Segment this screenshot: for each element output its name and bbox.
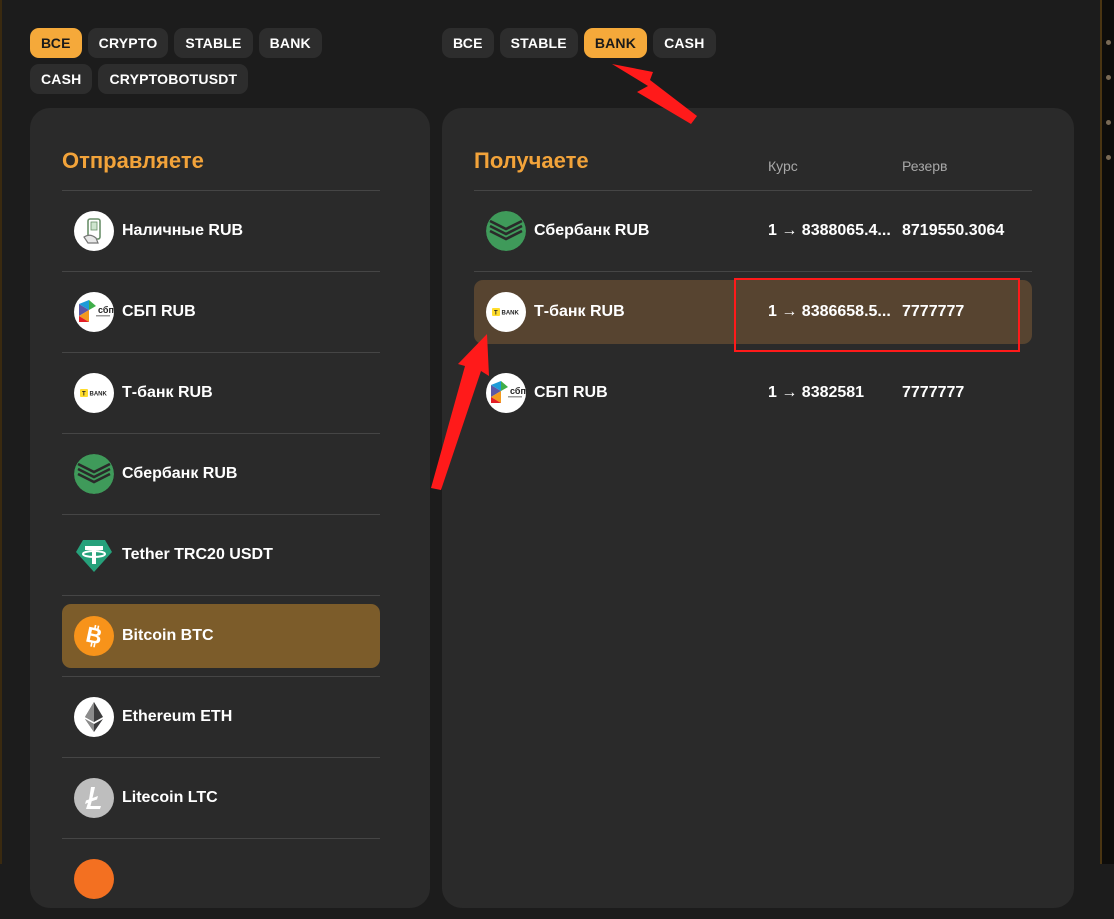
send-item-tether-usdt[interactable]: Tether TRC20 USDT: [62, 514, 380, 595]
exchange-rate: 1 → 8388065.4...: [768, 222, 891, 239]
svg-text:T: T: [82, 392, 86, 398]
cash-hand-icon: [74, 211, 114, 251]
send-item-label: Bitcoin BTC: [122, 627, 214, 644]
send-filter-stable[interactable]: STABLE: [174, 28, 253, 58]
send-item-label: Ethereum ETH: [122, 708, 233, 725]
exchange-rate: 1 → 8382581: [768, 384, 865, 401]
receive-item-label: Т-банк RUB: [534, 303, 625, 320]
svg-text:T: T: [494, 311, 498, 317]
currency-icon: [74, 859, 114, 899]
tether-icon: [74, 535, 114, 575]
send-item-tbank-rub[interactable]: T BANK Т-банк RUB: [62, 352, 380, 433]
receive-filter-chips: ВСЕ STABLE BANK CASH: [442, 28, 742, 58]
receive-panel-title: Получаете: [474, 148, 589, 173]
scroll-dot: [1106, 40, 1111, 45]
rate-column-header: Курс: [768, 158, 798, 174]
send-item-cash-rub[interactable]: Наличные RUB: [62, 190, 380, 271]
send-item-label: СБП RUB: [122, 303, 196, 320]
receive-item-label: СБП RUB: [534, 384, 608, 401]
sbp-icon: сбп: [486, 373, 526, 413]
tbank-icon: T BANK: [486, 292, 526, 332]
receive-item-label: Сбербанк RUB: [534, 222, 650, 239]
send-item-bitcoin-btc[interactable]: B Bitcoin BTC: [62, 595, 380, 676]
frame-edge-left: [0, 0, 2, 864]
svg-text:BANK: BANK: [90, 392, 108, 398]
send-item-sberbank-rub[interactable]: Сбербанк RUB: [62, 433, 380, 514]
receive-item-sberbank-rub[interactable]: Сбербанк RUB 1 → 8388065.4... 8719550.30…: [474, 190, 1032, 271]
bitcoin-icon: B: [74, 616, 114, 656]
scroll-dot: [1106, 155, 1111, 160]
send-filter-crypto[interactable]: CRYPTO: [87, 28, 169, 58]
reserve-amount: 7777777: [902, 384, 965, 401]
send-item-ethereum-eth[interactable]: Ethereum ETH: [62, 676, 380, 757]
send-item-label: Tether TRC20 USDT: [122, 546, 273, 563]
send-item-litecoin-ltc[interactable]: Litecoin LTC: [62, 757, 380, 838]
send-filter-bank[interactable]: BANK: [258, 28, 322, 58]
scrollbar-track[interactable]: [1102, 0, 1114, 864]
tbank-icon: T BANK: [74, 373, 114, 413]
send-panel-title: Отправляете: [62, 148, 204, 173]
send-item-label: Litecoin LTC: [122, 789, 218, 806]
send-panel: Отправляете Наличные RUB сбп СБП RUB T B…: [30, 108, 430, 908]
sbp-icon: сбп: [74, 292, 114, 332]
reserve-column-header: Резерв: [902, 158, 948, 174]
annotation-highlight-box: [734, 278, 1020, 352]
send-item-label: Сбербанк RUB: [122, 465, 238, 482]
svg-text:BANK: BANK: [502, 311, 520, 317]
receive-filter-bank[interactable]: BANK: [583, 28, 648, 58]
reserve-amount: 8719550.3064: [902, 222, 1005, 239]
svg-text:сбп: сбп: [510, 386, 526, 396]
send-filter-chips: ВСЕ CRYPTO STABLE BANK CASH CRYPTOBOTUSD…: [30, 28, 380, 94]
send-item-label: Наличные RUB: [122, 222, 244, 239]
send-filter-cryptobotusdt[interactable]: CRYPTOBOTUSDT: [98, 64, 249, 94]
send-item-sbp-rub[interactable]: сбп СБП RUB: [62, 271, 380, 352]
receive-filter-stable[interactable]: STABLE: [499, 28, 578, 58]
send-item-label: Т-банк RUB: [122, 384, 213, 401]
receive-filter-cash[interactable]: CASH: [653, 28, 716, 58]
send-filter-cash[interactable]: CASH: [30, 64, 93, 94]
sberbank-icon: [486, 211, 526, 251]
litecoin-icon: [74, 778, 114, 818]
svg-text:сбп: сбп: [98, 305, 114, 315]
scroll-dot: [1106, 120, 1111, 125]
receive-filter-all[interactable]: ВСЕ: [442, 28, 494, 58]
receive-panel: Получаете Курс Резерв Сбербанк RUB 1 → 8…: [442, 108, 1074, 908]
receive-item-sbp-rub[interactable]: сбп СБП RUB 1 → 8382581 7777777: [474, 352, 1032, 433]
sberbank-icon: [74, 454, 114, 494]
scroll-dot: [1106, 75, 1111, 80]
send-currency-list: Наличные RUB сбп СБП RUB T BANK Т-банк R…: [62, 190, 380, 919]
send-filter-all[interactable]: ВСЕ: [30, 28, 82, 58]
send-item-partial[interactable]: [62, 838, 380, 919]
ethereum-icon: [74, 697, 114, 737]
